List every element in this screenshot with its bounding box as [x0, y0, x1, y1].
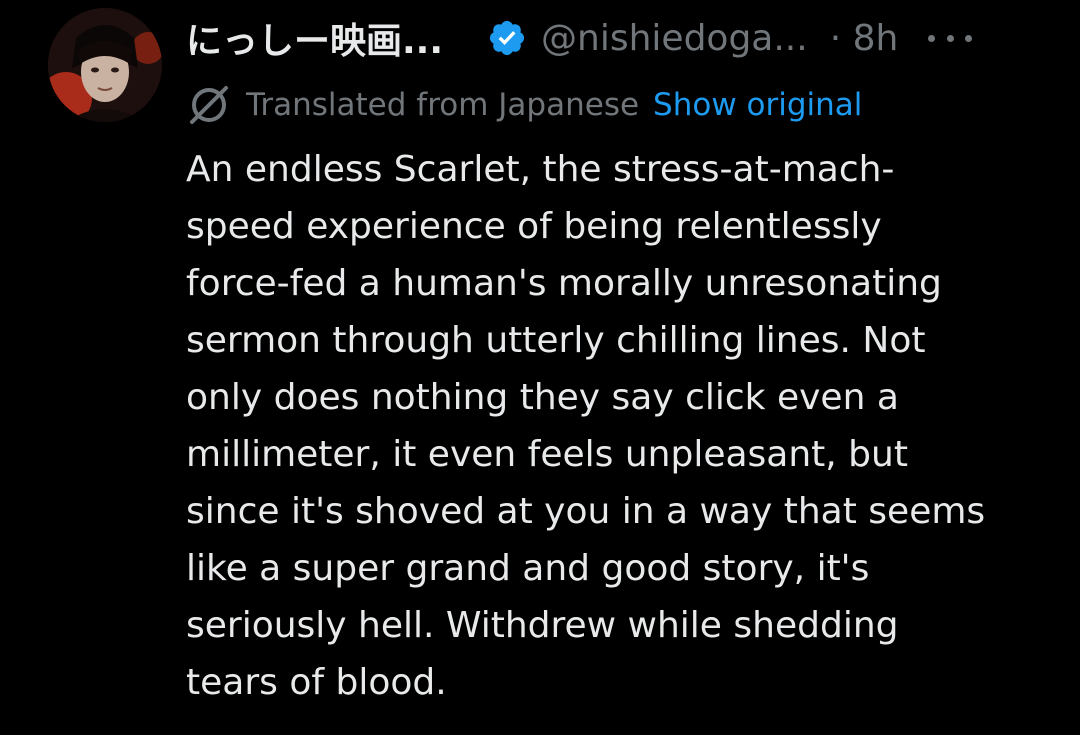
more-dot — [965, 34, 973, 42]
translate-icon — [186, 82, 232, 128]
handle[interactable]: @nishiedoga... — [541, 18, 808, 59]
verified-badge-icon[interactable] — [487, 18, 527, 58]
tweet-text-line: millimeter, it even feels unpleasant, bu… — [186, 434, 908, 475]
timestamp[interactable]: · 8h — [830, 18, 899, 59]
tweet-text-line: sermon through utterly chilling lines. N… — [186, 320, 926, 361]
more-icon[interactable] — [928, 28, 973, 48]
tweet-text-line: speed experience of being relentlessly — [186, 206, 882, 247]
avatar[interactable] — [48, 8, 162, 122]
tweet-text: An endless Scarlet, the stress-at-mach- … — [186, 141, 1066, 711]
tweet-text-line: An endless Scarlet, the stress-at-mach- — [186, 149, 895, 190]
tweet-text-line: like a super grand and good story, it's — [186, 548, 870, 589]
translated-label: Translated from Japanese — [246, 87, 640, 123]
avatar-image — [48, 8, 162, 122]
display-name[interactable]: にっしー映画... — [186, 12, 443, 64]
more-dot — [946, 34, 954, 42]
more-dot — [928, 34, 936, 42]
tweet-text-line: since it's shoved at you in a way that s… — [186, 491, 986, 532]
tweet-text-line: seriously hell. Withdrew while shedding — [186, 605, 899, 646]
tweet-header: にっしー映画... @nishiedoga... · 8h — [186, 8, 1046, 68]
tweet-text-line: force-fed a human's morally unresonating — [186, 263, 942, 304]
tweet-text-line: only does nothing they say click even a — [186, 377, 899, 418]
show-original-link[interactable]: Show original — [653, 87, 862, 123]
tweet-text-line: tears of blood. — [186, 662, 447, 703]
translation-row: Translated from Japanese Show original — [186, 78, 862, 132]
tweet[interactable]: にっしー映画... @nishiedoga... · 8h Translated… — [0, 0, 1080, 735]
